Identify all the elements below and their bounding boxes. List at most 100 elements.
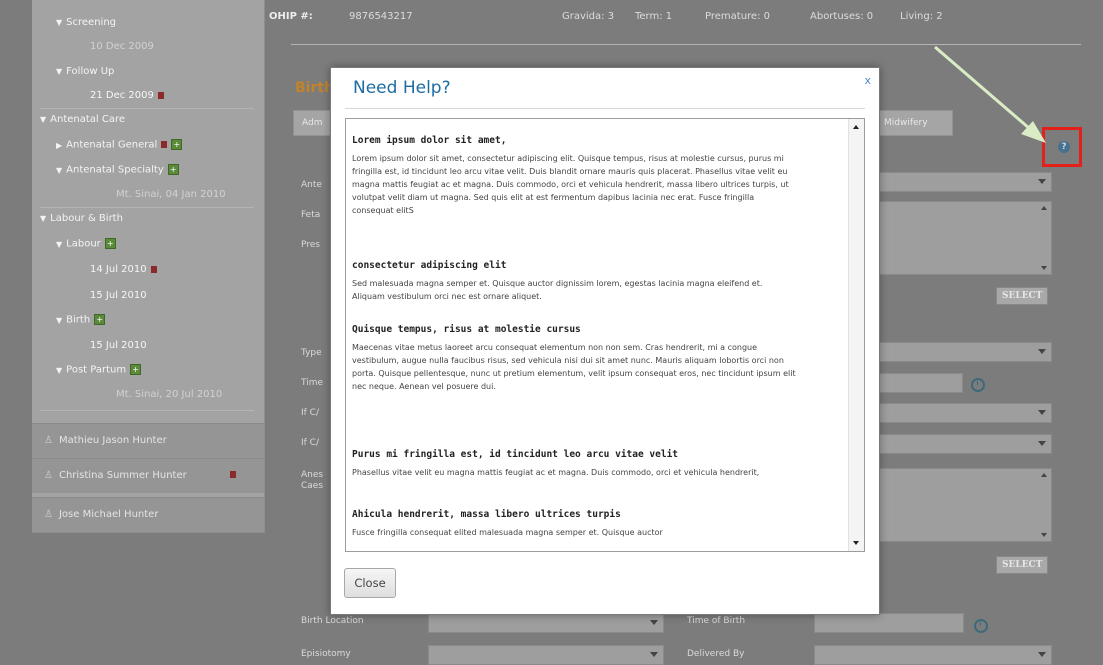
clock-icon[interactable] xyxy=(974,619,988,633)
caret-down-icon: ▼ xyxy=(56,315,63,325)
person-icon: ♙ xyxy=(44,470,53,481)
scroll-up-icon[interactable] xyxy=(853,125,859,129)
tree-item-labour-birth[interactable]: ▼ Labour & Birth xyxy=(40,213,123,224)
ohip-label: OHIP #: xyxy=(269,11,313,22)
select-field[interactable] xyxy=(877,434,1052,454)
field-label: Time xyxy=(301,378,324,388)
person-icon: ♙ xyxy=(44,435,53,446)
patient-row[interactable]: ♙ Mathieu Jason Hunter xyxy=(32,423,264,458)
gravida: Gravida: 3 xyxy=(562,11,615,22)
chevron-down-icon xyxy=(650,652,658,657)
tree-date[interactable]: Mt. Sinai, 20 Jul 2010 xyxy=(116,389,222,400)
flag-icon xyxy=(157,91,164,99)
caret-right-icon: ▶ xyxy=(56,140,63,150)
time-input[interactable] xyxy=(877,373,963,393)
caret-down-icon: ▼ xyxy=(56,67,63,76)
chevron-down-icon xyxy=(1038,441,1046,446)
scroll-down-icon[interactable] xyxy=(853,541,859,545)
tree-item-antenatal-specialty[interactable]: ▼ Antenatal Specialty + xyxy=(56,164,179,176)
birth-location-select[interactable] xyxy=(428,613,664,633)
help-body: Lorem ipsum dolor sit amet, consectetur … xyxy=(352,154,789,215)
divider xyxy=(40,207,254,208)
help-button-highlight[interactable]: ? xyxy=(1042,127,1082,167)
caret-down-icon: ▼ xyxy=(56,18,63,27)
sidebar: ▼ Screening 10 Dec 2009 ▼ Follow Up 21 Dec… xyxy=(32,0,265,533)
help-heading: Ahicula hendrerit, massa libero ultrices… xyxy=(352,509,621,520)
caret-down-icon: ▼ xyxy=(56,165,63,175)
add-icon[interactable]: + xyxy=(104,238,116,249)
select-button[interactable]: SELECT xyxy=(996,556,1049,574)
help-text-panel[interactable]: Lorem ipsum dolor sit amet, Lorem ipsum … xyxy=(345,118,865,552)
clock-icon[interactable] xyxy=(971,378,985,392)
scroll-down-icon[interactable] xyxy=(1041,533,1047,537)
living: Living: 2 xyxy=(900,11,943,22)
field-label: Feta xyxy=(301,210,321,220)
select-field[interactable] xyxy=(877,342,1052,362)
tree-item-post-partum[interactable]: ▼ Post Partum + xyxy=(56,364,142,376)
add-icon[interactable]: + xyxy=(94,314,106,325)
help-icon[interactable]: ? xyxy=(1058,141,1070,153)
help-section: Ahicula hendrerit, massa libero ultrices… xyxy=(352,509,796,539)
help-heading: Lorem ipsum dolor sit amet, xyxy=(352,135,507,146)
field-label: Caes xyxy=(301,481,324,491)
episiotomy-select[interactable] xyxy=(428,645,664,665)
help-heading: consectetur adipiscing elit xyxy=(352,260,507,271)
close-icon[interactable]: x xyxy=(864,74,871,87)
tree-item-antenatal-general[interactable]: ▶ Antenatal General + xyxy=(56,139,183,151)
add-icon[interactable]: + xyxy=(130,364,142,375)
tree-date[interactable]: 10 Dec 2009 xyxy=(90,41,154,52)
tab-midwifery[interactable]: Midwifery xyxy=(875,110,953,136)
add-icon[interactable]: + xyxy=(171,139,183,150)
tree-date[interactable]: 14 Jul 2010 xyxy=(90,264,157,275)
tree-date[interactable]: Mt. Sinai, 04 Jan 2010 xyxy=(116,189,226,200)
select-button[interactable]: SELECT xyxy=(996,287,1049,305)
field-label: Ante xyxy=(301,180,322,190)
tree-item-labour[interactable]: ▼ Labour + xyxy=(56,238,116,250)
field-label: Delivered By xyxy=(687,649,745,659)
help-section: Quisque tempus, risus at molestie cursus… xyxy=(352,324,796,393)
scroll-up-icon[interactable] xyxy=(1041,206,1047,210)
patient-row[interactable]: ♙ Christina Summer Hunter xyxy=(32,458,264,493)
scroll-up-icon[interactable] xyxy=(1041,473,1047,477)
textarea-field[interactable] xyxy=(877,201,1052,275)
flag-icon xyxy=(161,141,168,148)
select-field[interactable] xyxy=(877,172,1052,192)
textarea-field[interactable] xyxy=(877,468,1052,542)
chevron-down-icon xyxy=(1038,349,1046,354)
help-heading: Purus mi fringilla est, id tincidunt leo… xyxy=(352,449,679,460)
help-body: Phasellus vitae velit eu magna mattis fe… xyxy=(352,468,760,477)
delivered-by-select[interactable] xyxy=(814,645,1052,665)
field-label: Birth Location xyxy=(301,616,364,626)
tree-item-follow-up[interactable]: ▼ Follow Up xyxy=(56,66,114,77)
tree-date[interactable]: 21 Dec 2009 xyxy=(90,90,164,101)
time-of-birth-input[interactable] xyxy=(814,613,964,633)
chevron-down-icon xyxy=(650,620,658,625)
help-section: consectetur adipiscing elit Sed malesuad… xyxy=(352,260,796,303)
help-body: Fusce fringilla consequat elited malesua… xyxy=(352,528,663,537)
person-icon: ♙ xyxy=(44,509,53,520)
tree-date[interactable]: 15 Jul 2010 xyxy=(90,340,147,351)
flag-icon xyxy=(150,265,157,273)
field-label: Anes xyxy=(301,470,324,480)
scroll-down-icon[interactable] xyxy=(1041,266,1047,270)
select-field[interactable] xyxy=(877,403,1052,423)
chevron-down-icon xyxy=(1038,410,1046,415)
field-label: Type xyxy=(301,348,322,358)
tree-item-birth[interactable]: ▼ Birth + xyxy=(56,314,106,326)
close-button[interactable]: Close xyxy=(344,568,396,598)
tree-date[interactable]: 15 Jul 2010 xyxy=(90,290,147,301)
dialog-title: Need Help? xyxy=(353,78,451,98)
divider xyxy=(291,44,1081,45)
help-body: Maecenas vitae metus laoreet arcu conseq… xyxy=(352,343,796,391)
add-icon[interactable]: + xyxy=(167,164,179,175)
tree-item-antenatal-care[interactable]: ▼ Antenatal Care xyxy=(40,114,125,125)
chevron-down-icon xyxy=(1038,179,1046,184)
help-body: Sed malesuada magna semper et. Quisque a… xyxy=(352,279,763,301)
tree-item-screening[interactable]: ▼ Screening xyxy=(56,17,116,28)
caret-down-icon: ▼ xyxy=(56,239,63,249)
patient-row[interactable]: ♙ Jose Michael Hunter xyxy=(32,497,264,532)
field-label: Pres xyxy=(301,240,320,250)
field-label: Time of Birth xyxy=(687,616,746,626)
ohip-value: 9876543217 xyxy=(349,11,413,22)
scrollbar[interactable] xyxy=(848,119,864,551)
